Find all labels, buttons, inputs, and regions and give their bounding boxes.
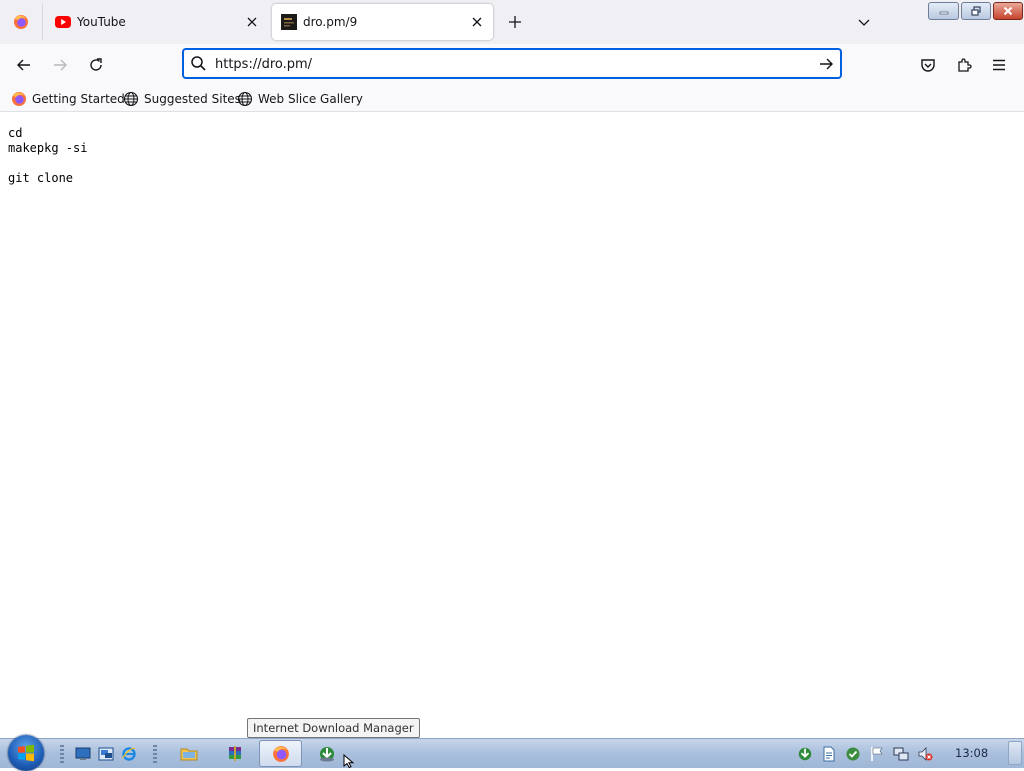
tab-separator: [42, 4, 43, 40]
list-all-tabs-button[interactable]: [852, 10, 876, 34]
extensions-button[interactable]: [951, 52, 977, 78]
taskbar: 13:08: [0, 735, 1024, 771]
firefox-icon: [272, 745, 289, 762]
reload-button[interactable]: [83, 52, 109, 78]
document-icon: [823, 746, 835, 762]
switch-windows-icon: [98, 747, 114, 761]
network-icon: [893, 747, 909, 761]
close-icon: [247, 17, 257, 27]
hamburger-menu-icon: [993, 59, 1005, 71]
tab-youtube[interactable]: YouTube: [46, 4, 268, 40]
tab-dro-pm[interactable]: dro.pm/9: [272, 4, 493, 40]
close-tab-button[interactable]: [244, 14, 260, 30]
tray-network[interactable]: [893, 746, 909, 762]
bookmark-suggested-sites[interactable]: Suggested Sites: [123, 90, 241, 108]
plain-text-body: cd makepkg -si git clone: [8, 126, 87, 186]
quicklaunch-show-desktop[interactable]: [74, 745, 92, 763]
search-icon: [191, 56, 206, 71]
tray-idm[interactable]: [797, 746, 813, 762]
tray-action-center[interactable]: [869, 746, 885, 762]
address-bar[interactable]: https://dro.pm/: [182, 48, 842, 79]
quicklaunch-internet-explorer[interactable]: [120, 745, 138, 763]
show-desktop-button[interactable]: [1008, 741, 1022, 765]
plus-icon: [509, 16, 521, 28]
text-line: cd: [8, 126, 23, 140]
folder-icon: [180, 748, 198, 760]
go-button[interactable]: [816, 54, 836, 74]
navigation-toolbar: https://dro.pm/: [0, 44, 1024, 85]
text-line: git clone: [8, 171, 74, 185]
close-window-button[interactable]: [993, 2, 1023, 20]
mouse-cursor-icon: [343, 754, 355, 768]
url-text[interactable]: https://dro.pm/: [215, 57, 312, 72]
toolbar-grip[interactable]: [60, 745, 64, 763]
tab-strip: YouTube dro.pm/9: [0, 0, 1024, 44]
arrow-right-icon: [54, 59, 67, 71]
flag-icon: [871, 747, 883, 761]
puzzle-icon: [958, 58, 972, 72]
page-content: cd makepkg -si git clone: [0, 112, 1024, 738]
text-line: [8, 156, 87, 171]
shield-check-icon: [846, 747, 860, 761]
minimize-icon: [939, 11, 948, 15]
quicklaunch-switch-windows[interactable]: [97, 745, 115, 763]
arrow-right-icon: [820, 58, 833, 70]
close-icon: [472, 17, 482, 27]
minimize-button[interactable]: [928, 2, 959, 20]
toolbar-grip[interactable]: [153, 745, 157, 763]
globe-icon: [237, 91, 253, 107]
taskbar-internet-download-manager[interactable]: [312, 740, 342, 767]
new-tab-button[interactable]: [503, 10, 527, 34]
internet-explorer-icon: [122, 747, 136, 761]
pocket-button[interactable]: [915, 52, 941, 78]
bookmark-label: Web Slice Gallery: [258, 92, 363, 106]
windows-logo-icon: [18, 744, 34, 762]
bookmark-label: Suggested Sites: [144, 92, 241, 106]
arrow-left-icon: [17, 59, 30, 71]
firefox-icon: [12, 92, 26, 106]
restore-button[interactable]: [961, 2, 991, 20]
reload-icon: [90, 58, 102, 71]
volume-muted-icon: [918, 747, 933, 761]
firefox-view-button[interactable]: [0, 0, 42, 44]
firefox-icon: [14, 15, 28, 29]
taskbar-firefox[interactable]: [259, 740, 302, 767]
bookmark-web-slice-gallery[interactable]: Web Slice Gallery: [237, 90, 363, 108]
back-button[interactable]: [11, 52, 37, 78]
globe-icon: [123, 91, 139, 107]
clock[interactable]: 13:08: [955, 746, 988, 760]
close-tab-button[interactable]: [469, 14, 485, 30]
bookmark-label: Getting Started: [32, 92, 125, 106]
forward-button[interactable]: [47, 52, 73, 78]
restore-icon: [971, 6, 981, 16]
tab-title: dro.pm/9: [303, 15, 358, 29]
bookmarks-toolbar: Getting Started Suggested Sites Web Slic…: [0, 85, 1024, 112]
start-button[interactable]: [8, 735, 44, 771]
tab-title: YouTube: [77, 15, 126, 29]
taskbar-winrar[interactable]: [221, 740, 249, 767]
close-icon: [1003, 6, 1013, 16]
idm-icon: [798, 747, 812, 761]
text-line: makepkg -si: [8, 141, 88, 155]
idm-icon: [320, 746, 334, 761]
taskbar-tooltip: Internet Download Manager: [247, 718, 420, 738]
chevron-down-icon: [858, 19, 870, 26]
taskbar-explorer[interactable]: [175, 740, 203, 767]
bookmark-getting-started[interactable]: Getting Started: [11, 90, 125, 108]
archive-icon: [229, 745, 241, 761]
app-menu-button[interactable]: [986, 52, 1012, 78]
tray-security[interactable]: [845, 746, 861, 762]
youtube-icon: [55, 16, 71, 28]
desktop-icon: [75, 747, 91, 760]
tray-volume-muted[interactable]: [917, 746, 933, 762]
pocket-icon: [921, 59, 935, 72]
site-icon: [281, 14, 297, 30]
tray-document[interactable]: [821, 746, 837, 762]
